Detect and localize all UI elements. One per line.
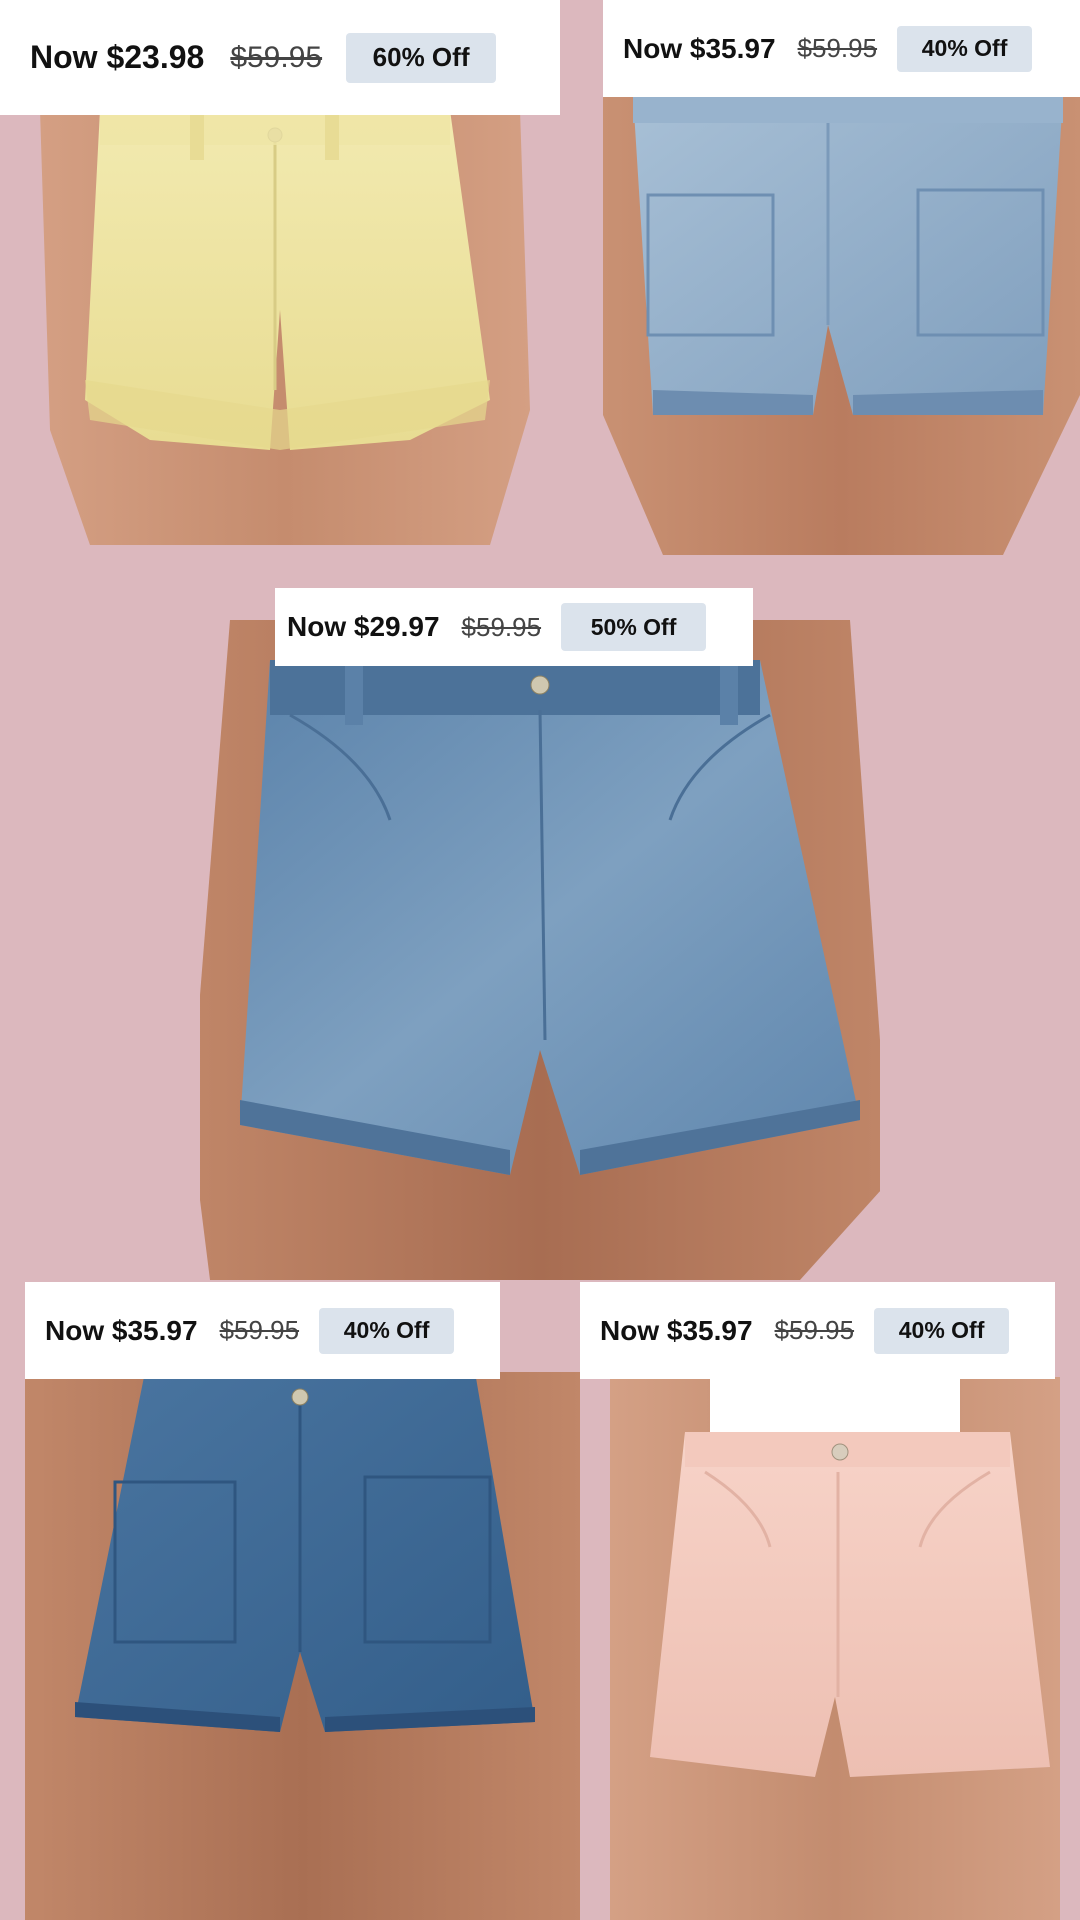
discount-badge: 40% Off <box>874 1307 1010 1354</box>
original-price: $59.95 <box>230 40 323 74</box>
sale-price: Now $23.98 <box>30 39 205 75</box>
product-card-1[interactable]: Now $23.98 $59.95 60% Off <box>0 0 560 545</box>
product-image-pink-shorts[interactable] <box>610 1377 1060 1920</box>
product-image-dark-denim-shorts[interactable] <box>25 1372 580 1920</box>
sale-price: Now $35.97 <box>623 32 776 64</box>
original-price: $59.95 <box>774 1315 855 1345</box>
price-tag: Now $35.97 $59.95 40% Off <box>580 1282 1055 1379</box>
product-card-5[interactable]: Now $35.97 $59.95 40% Off <box>580 1282 1080 1920</box>
discount-badge: 40% Off <box>319 1307 455 1354</box>
product-image-yellow-shorts[interactable] <box>30 110 530 545</box>
original-price: $59.95 <box>461 611 542 642</box>
sale-price: Now $35.97 <box>600 1314 753 1346</box>
price-tag: Now $29.97 $59.95 50% Off <box>275 588 753 666</box>
sale-price: Now $29.97 <box>287 611 440 642</box>
product-card-4[interactable]: Now $35.97 $59.95 40% Off <box>25 1282 580 1920</box>
original-price: $59.95 <box>219 1315 300 1345</box>
product-card-3[interactable]: Now $29.97 $59.95 50% Off <box>200 588 880 1280</box>
sale-price: Now $35.97 <box>45 1314 198 1346</box>
discount-badge: 60% Off <box>346 32 497 83</box>
price-tag: Now $35.97 $59.95 40% Off <box>25 1282 500 1379</box>
original-price: $59.95 <box>797 33 878 63</box>
product-image-light-denim-shorts[interactable] <box>603 95 1080 555</box>
price-tag: Now $35.97 $59.95 40% Off <box>603 0 1080 97</box>
discount-badge: 50% Off <box>561 603 707 651</box>
product-card-2[interactable]: Now $35.97 $59.95 40% Off <box>603 0 1080 555</box>
price-tag: Now $23.98 $59.95 60% Off <box>0 0 560 115</box>
product-image-medium-denim-shorts[interactable] <box>200 620 880 1280</box>
discount-badge: 40% Off <box>897 25 1033 72</box>
